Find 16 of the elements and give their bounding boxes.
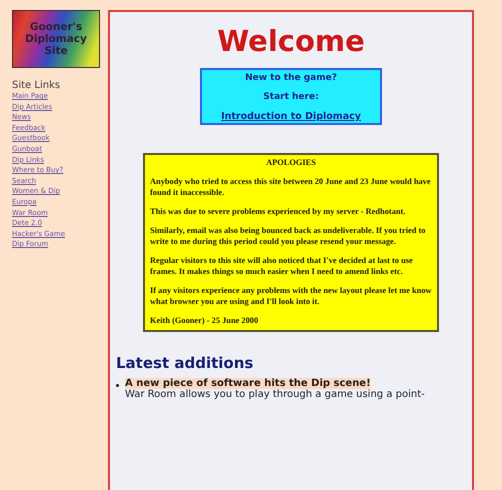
notice-title: APOLOGIES xyxy=(265,157,317,168)
intro-link[interactable]: Introduction to Diplomacy xyxy=(221,111,361,122)
intro-text: New to the game? xyxy=(245,73,337,83)
notice-paragraph: If any visitors experience any problems with the new layout please let me know what browser you are using and I'll look into it. xyxy=(150,285,432,307)
notice-paragraph: This was due to severe problems experienced by my server - Redhotant. xyxy=(150,206,406,217)
page-title: Welcome xyxy=(217,24,365,58)
intro-text: Start here: xyxy=(263,92,319,102)
notice-paragraph: Keith (Gooner) - 25 June 2000 xyxy=(150,315,260,326)
news-text: War Room allows you to play through a game using a point- xyxy=(125,389,425,400)
notice-paragraph: Anybody who tried to access this site between 20 June and 23 June would have found it inaccessible. xyxy=(150,176,432,198)
news-title: A new piece of software hits the Dip scene! xyxy=(125,378,371,389)
notice-paragraph: Similarly, email was also being bounced back as undeliverable. If you tried to write to me during this period could you please resend your message. xyxy=(150,225,426,247)
notice-paragraph: Regular visitors to this site will also noticed that I've decided at last to use frames. It makes things so much easier when I need to amend links etc. xyxy=(150,255,414,277)
bullet-icon xyxy=(116,384,119,387)
section-heading: Latest additions xyxy=(116,354,254,372)
sidebar-title: Site Links xyxy=(12,80,62,91)
